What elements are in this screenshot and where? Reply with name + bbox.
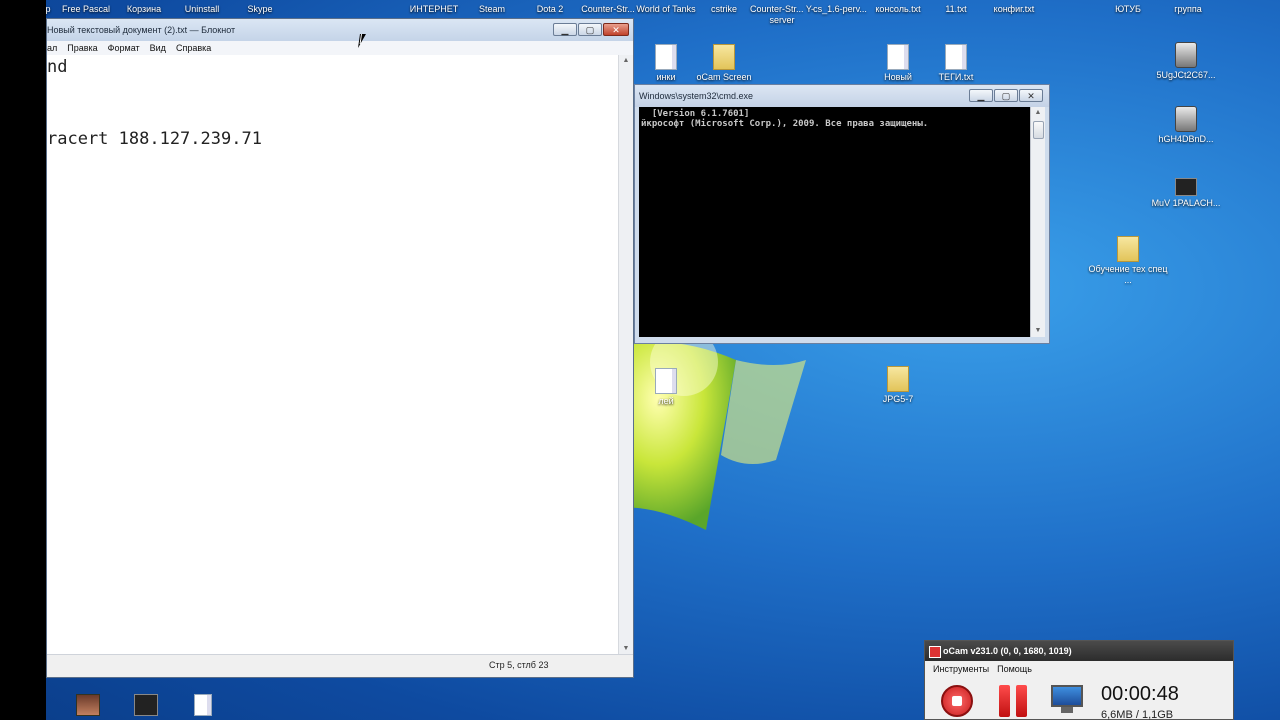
icon-label: JPG5-7 bbox=[882, 394, 914, 404]
file-icon bbox=[655, 368, 677, 394]
video-file-icon[interactable] bbox=[76, 694, 100, 716]
notepad-window[interactable]: Новый текстовый документ (2).txt — Блокн… bbox=[46, 18, 634, 678]
desktop-icon-tags-txt[interactable]: ТЕГИ.txt bbox=[914, 44, 998, 83]
cmd-scrollbar[interactable]: ▲ ▼ bbox=[1030, 107, 1045, 337]
folder-icon bbox=[1117, 236, 1139, 262]
recording-timer: 00:00:48 bbox=[1101, 683, 1179, 705]
text-line: nd bbox=[47, 57, 68, 77]
recording-size: 6,6MB / 1,1GB bbox=[1101, 709, 1174, 720]
notepad-scrollbar[interactable]: ▲ ▼ bbox=[618, 55, 633, 655]
notepad-menubar: ал Правка Формат Вид Справка bbox=[47, 41, 633, 55]
scroll-up-arrow-icon[interactable]: ▲ bbox=[619, 55, 633, 67]
image-icon bbox=[1175, 106, 1197, 132]
pause-bar-icon bbox=[999, 685, 1010, 717]
pause-bar-icon bbox=[1016, 685, 1027, 717]
menu-format[interactable]: Формат bbox=[108, 41, 140, 55]
file-icon bbox=[945, 44, 967, 70]
notepad-title: Новый текстовый документ (2).txt — Блокн… bbox=[47, 25, 236, 35]
text-line: racert 188.127.239.71 bbox=[47, 129, 262, 149]
desktop-icon-group[interactable]: группа bbox=[1146, 4, 1230, 15]
maximize-button[interactable]: ▢ bbox=[578, 23, 602, 36]
menu-view[interactable]: Вид bbox=[150, 41, 166, 55]
image-icon bbox=[1175, 42, 1197, 68]
file-icon bbox=[887, 44, 909, 70]
file-icon bbox=[655, 44, 677, 70]
desktop-icon-skype[interactable]: Skype bbox=[218, 4, 302, 15]
ocam-titlebar[interactable]: oCam v231.0 (0, 0, 1680, 1019) bbox=[925, 641, 1233, 661]
cmd-window[interactable]: Windows\system32\cmd.exe ▁ ▢ ✕ [Version … bbox=[634, 84, 1050, 344]
icon-label: конфиг.txt bbox=[993, 4, 1035, 14]
folder-icon bbox=[713, 44, 735, 70]
screen-recording-button[interactable] bbox=[1049, 685, 1085, 715]
desktop-icon-ocam-screen[interactable]: oCam Screen bbox=[682, 44, 766, 83]
menu-tools[interactable]: Инструменты bbox=[933, 661, 989, 677]
ocam-title: oCam v231.0 (0, 0, 1680, 1019) bbox=[943, 646, 1072, 656]
close-button[interactable]: ✕ bbox=[1019, 89, 1043, 102]
video-icon bbox=[1175, 178, 1197, 196]
menu-file[interactable]: ал bbox=[47, 41, 57, 55]
monitor-icon bbox=[1051, 685, 1083, 707]
folder-icon bbox=[887, 366, 909, 392]
scroll-down-arrow-icon[interactable]: ▼ bbox=[1031, 325, 1045, 337]
notepad-text-area[interactable]: nd racert 188.127.239.71 bbox=[47, 55, 619, 655]
notepad-titlebar[interactable]: Новый текстовый документ (2).txt — Блокн… bbox=[47, 19, 633, 41]
minimize-button[interactable]: ▁ bbox=[553, 23, 577, 36]
desktop-icon-muv[interactable]: MuV 1PALACH... bbox=[1144, 178, 1228, 209]
cmd-shortcut-icon[interactable] bbox=[134, 694, 158, 716]
icon-label: лей bbox=[658, 396, 674, 406]
scroll-thumb[interactable] bbox=[1033, 121, 1044, 139]
desktop-icon-training[interactable]: Обучение тех спец ... bbox=[1086, 236, 1170, 286]
desktop: р Free Pascal Корзина Uninstall Skype ИН… bbox=[46, 0, 1280, 720]
close-button[interactable]: ✕ bbox=[603, 23, 629, 36]
icon-label: Обучение тех спец ... bbox=[1088, 264, 1168, 285]
ocam-menubar: Инструменты Помощь bbox=[925, 661, 1233, 677]
maximize-button[interactable]: ▢ bbox=[994, 89, 1018, 102]
minimize-button[interactable]: ▁ bbox=[969, 89, 993, 102]
ocam-window[interactable]: oCam v231.0 (0, 0, 1680, 1019) Инструмен… bbox=[924, 640, 1234, 720]
scroll-up-arrow-icon[interactable]: ▲ bbox=[1031, 107, 1045, 119]
console-line: йкрософт (Microsoft Corp.), 2009. Все пр… bbox=[641, 119, 929, 129]
icon-label: Skype bbox=[247, 4, 273, 14]
icon-label: ТЕГИ.txt bbox=[938, 72, 974, 82]
ocam-app-icon bbox=[929, 646, 941, 658]
icon-label: hGH4DBnD... bbox=[1158, 134, 1214, 144]
document-icon[interactable] bbox=[194, 694, 212, 716]
icon-label: 5UgJCt2C67... bbox=[1156, 70, 1216, 80]
icon-label: oCam Screen bbox=[696, 72, 752, 82]
menu-edit[interactable]: Правка bbox=[67, 41, 97, 55]
desktop-icon-image-1[interactable]: 5UgJCt2C67... bbox=[1144, 42, 1228, 81]
cmd-console[interactable]: [Version 6.1.7601] йкрософт (Microsoft C… bbox=[639, 107, 1031, 337]
cursor-position: Стр 5, стлб 23 bbox=[489, 660, 549, 670]
console-line: [Version 6.1.7601] bbox=[641, 109, 750, 119]
desktop-icon-config-txt[interactable]: конфиг.txt bbox=[972, 4, 1056, 15]
desktop-icon-partial[interactable]: лей bbox=[624, 368, 708, 407]
cmd-titlebar[interactable]: Windows\system32\cmd.exe ▁ ▢ ✕ bbox=[635, 85, 1049, 107]
menu-help[interactable]: Справка bbox=[176, 41, 211, 55]
icon-label: MuV 1PALACH... bbox=[1151, 198, 1221, 208]
stop-record-button[interactable] bbox=[941, 685, 973, 717]
desktop-icon-jpg5-7[interactable]: JPG5-7 bbox=[856, 366, 940, 405]
desktop-icon-image-2[interactable]: hGH4DBnD... bbox=[1144, 106, 1228, 145]
cmd-title: Windows\system32\cmd.exe bbox=[639, 91, 754, 101]
icon-label: группа bbox=[1174, 4, 1202, 14]
notepad-statusbar: Стр 5, стлб 23 bbox=[47, 654, 633, 677]
menu-help[interactable]: Помощь bbox=[997, 661, 1032, 677]
monitor-stand bbox=[1061, 707, 1073, 713]
pause-button[interactable] bbox=[999, 685, 1029, 717]
